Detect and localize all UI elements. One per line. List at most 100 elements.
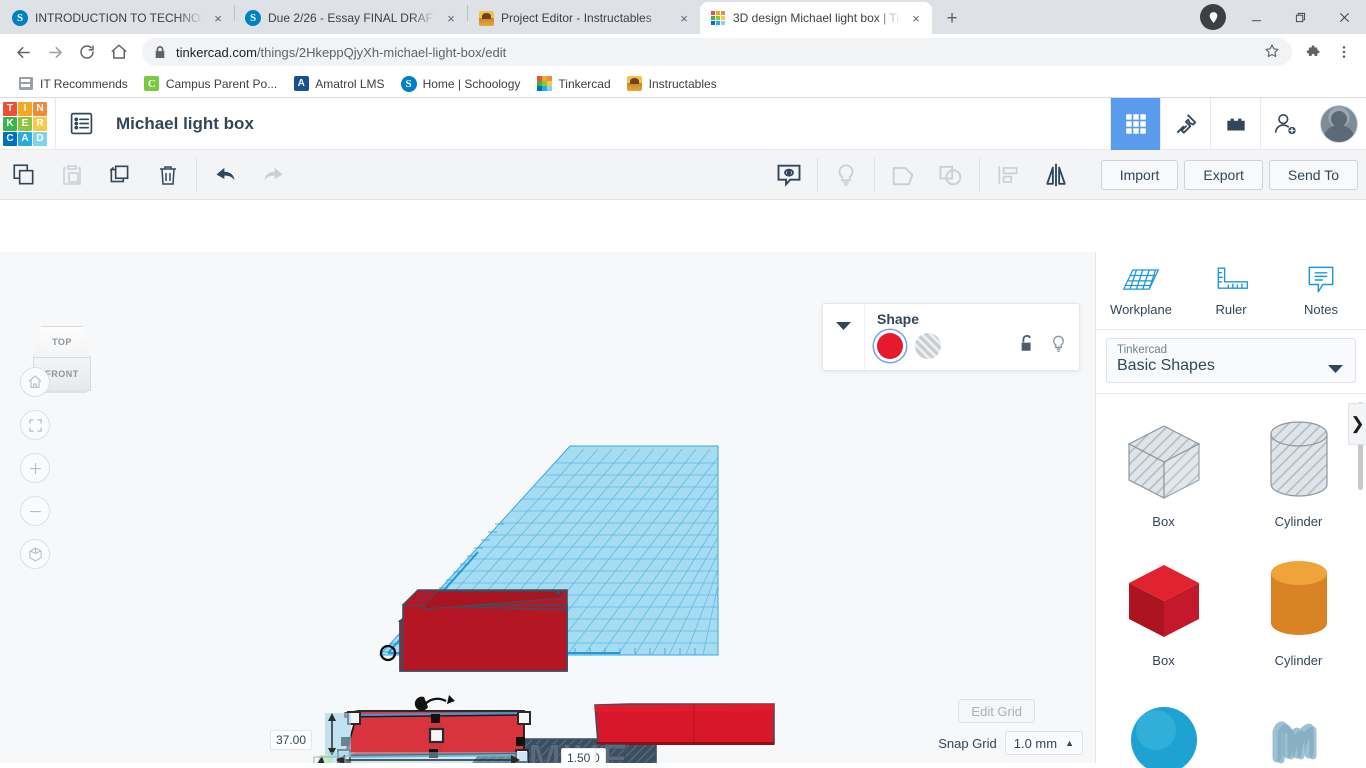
undo-button[interactable]: [201, 150, 249, 200]
app-header: TIN KER CAD Michael light box: [0, 98, 1366, 150]
shape-item-box-hole[interactable]: Box: [1096, 408, 1231, 547]
library-source-label: Tinkercad: [1117, 344, 1345, 356]
send-to-button[interactable]: Send To: [1269, 160, 1358, 190]
shape-inspector-body: Shape: [865, 304, 1079, 370]
sidebar-item-ruler[interactable]: Ruler: [1186, 252, 1276, 329]
export-button[interactable]: Export: [1184, 160, 1262, 190]
bookmark-home-schoology[interactable]: S Home | Schoology: [393, 73, 529, 95]
zoom-in-button[interactable]: [20, 453, 50, 483]
bookmark-instructables[interactable]: Instructables: [619, 73, 725, 95]
delete-button[interactable]: [144, 150, 192, 200]
mirror-button[interactable]: [1032, 150, 1080, 200]
instructables-icon: [478, 10, 494, 26]
collapse-panel-button[interactable]: ❯: [1348, 403, 1366, 445]
copy-button[interactable]: [0, 150, 48, 200]
codeblocks-hammer-icon[interactable]: [1160, 98, 1210, 150]
bookmark-label: IT Recommends: [40, 77, 128, 91]
popup-collapse-button[interactable]: [823, 304, 865, 370]
shape-item-scribble[interactable]: [1231, 686, 1366, 768]
sphere-solid-icon: [1096, 696, 1231, 768]
bookmark-it-recommends[interactable]: IT Recommends: [10, 73, 136, 95]
browser-tab-1[interactable]: S INTRODUCTION TO TECHNOLOG ×: [2, 2, 234, 34]
bookmark-campus-parent[interactable]: C Campus Parent Po...: [136, 73, 285, 95]
import-button[interactable]: Import: [1101, 160, 1179, 190]
project-list-button[interactable]: [56, 98, 106, 150]
new-tab-button[interactable]: +: [938, 4, 966, 32]
height-dimension[interactable]: 37.00: [270, 730, 312, 750]
bookmark-label: Instructables: [649, 77, 717, 91]
browser-tab-4[interactable]: 3D design Michael light box | Tin ×: [700, 2, 932, 34]
toolbar-object-tools: [765, 150, 1080, 200]
browser-tab-3[interactable]: Project Editor - Instructables ×: [468, 2, 700, 34]
schoology-icon: S: [401, 76, 417, 92]
ortho-perspective-button[interactable]: [20, 539, 50, 569]
sidebar-item-notes[interactable]: Notes: [1276, 252, 1366, 329]
toolbar-divider: [196, 158, 197, 192]
note-button[interactable]: [765, 150, 813, 200]
rotate-handle-top[interactable]: [415, 695, 455, 711]
bricks-icon[interactable]: [1210, 98, 1260, 150]
add-person-icon[interactable]: [1260, 98, 1310, 150]
solid-color-swatch[interactable]: [877, 333, 903, 359]
close-icon[interactable]: ×: [210, 10, 226, 26]
align-button[interactable]: [984, 150, 1032, 200]
sidebar-item-workplane[interactable]: Workplane: [1096, 252, 1186, 329]
blocks-grid-icon[interactable]: [1110, 98, 1160, 150]
tab-title: Project Editor - Instructables: [501, 10, 669, 26]
fit-view-button[interactable]: [20, 410, 50, 440]
paste-button[interactable]: [48, 150, 96, 200]
shape-library-grid[interactable]: Box Cylinder: [1096, 394, 1366, 768]
address-text: tinkercad.com/things/2HkeppQjyXh-michael…: [176, 45, 1254, 60]
shape-inspector-title: Shape: [877, 311, 1067, 327]
hole-swatch[interactable]: [915, 333, 941, 359]
browser-chrome: S INTRODUCTION TO TECHNOLOG × S Due 2/26…: [0, 0, 1366, 98]
window-maximize-button[interactable]: [1278, 1, 1322, 33]
shape-item-cylinder-hole[interactable]: Cylinder: [1231, 408, 1366, 547]
close-icon[interactable]: ×: [443, 10, 459, 26]
reload-icon[interactable]: [72, 37, 102, 67]
zoom-out-button[interactable]: [20, 496, 50, 526]
sidebar-tools: Workplane Ruler Notes: [1096, 252, 1366, 330]
shape-open-box[interactable]: [400, 590, 567, 671]
bookmark-label: Amatrol LMS: [315, 77, 384, 91]
profile-pin-icon[interactable]: [1200, 4, 1226, 30]
shape-library-select[interactable]: Tinkercad Basic Shapes: [1106, 338, 1356, 383]
chrome-menu-icon[interactable]: [1330, 38, 1358, 66]
close-icon[interactable]: ×: [676, 10, 692, 26]
shape-item-sphere-solid[interactable]: [1096, 686, 1231, 768]
close-icon[interactable]: ×: [908, 10, 924, 26]
thickness-dimension-a[interactable]: 1.50: [561, 748, 596, 763]
toolbar-divider: [979, 158, 980, 192]
bookmark-amatrol-lms[interactable]: A Amatrol LMS: [285, 73, 392, 95]
group-button[interactable]: [879, 150, 927, 200]
forward-icon[interactable]: [40, 37, 70, 67]
sidebar-item-label: Workplane: [1110, 302, 1172, 317]
window-close-button[interactable]: [1322, 1, 1366, 33]
bookmark-star-icon[interactable]: [1264, 43, 1280, 62]
browser-tab-2[interactable]: S Due 2/26 - Essay FINAL DRAFT ×: [235, 2, 467, 34]
amatrol-icon: A: [293, 76, 309, 92]
window-minimize-button[interactable]: [1234, 1, 1278, 33]
tinkercad-logo-icon[interactable]: TIN KER CAD: [3, 102, 47, 146]
edit-grid-button[interactable]: Edit Grid: [958, 699, 1035, 723]
avatar[interactable]: [1320, 105, 1358, 143]
bookmark-tinkercad[interactable]: Tinkercad: [528, 73, 618, 95]
home-view-button[interactable]: [20, 367, 50, 397]
light-button[interactable]: [822, 150, 870, 200]
back-icon[interactable]: [8, 37, 38, 67]
home-icon[interactable]: [104, 37, 134, 67]
library-select-wrap: Tinkercad Basic Shapes: [1096, 330, 1366, 394]
shape-item-box-solid[interactable]: Box: [1096, 547, 1231, 686]
extensions-icon[interactable]: [1300, 38, 1328, 66]
ungroup-button[interactable]: [927, 150, 975, 200]
shape-item-cylinder-solid[interactable]: Cylinder: [1231, 547, 1366, 686]
redo-button[interactable]: [249, 150, 297, 200]
toolbar-actions: Import Export Send To: [1101, 150, 1366, 200]
address-bar[interactable]: tinkercad.com/things/2HkeppQjyXh-michael…: [142, 38, 1292, 66]
instructables-icon: [627, 76, 643, 92]
snap-grid-select[interactable]: 1.0 mm ▲: [1005, 731, 1083, 755]
view-cube-top[interactable]: TOP: [33, 326, 91, 358]
unlock-icon[interactable]: [1018, 334, 1036, 359]
hint-bulb-icon[interactable]: [1050, 334, 1067, 359]
duplicate-button[interactable]: [96, 150, 144, 200]
